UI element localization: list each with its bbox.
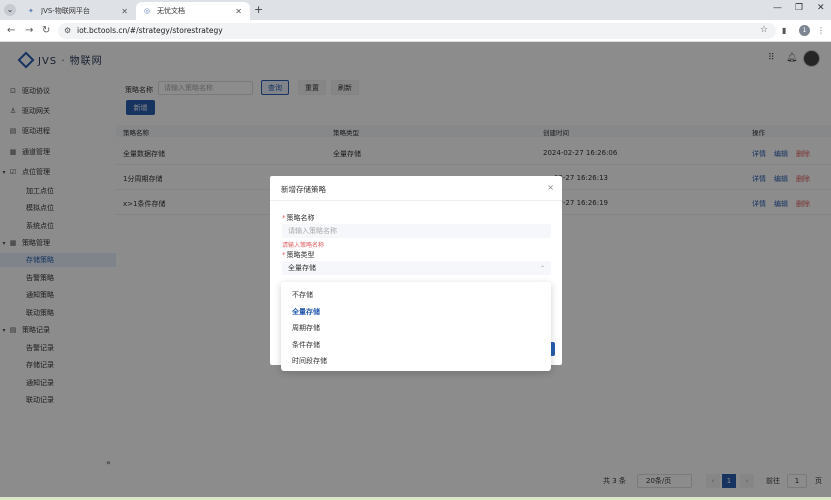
- option-conditional-store[interactable]: 条件存储: [292, 340, 320, 350]
- dialog-title: 新增存储策略: [281, 185, 326, 194]
- name-error-message: 请输入策略名称: [282, 242, 325, 249]
- option-periodic-store[interactable]: 周期存储: [292, 323, 320, 333]
- url-text: iot.bctools.cn/#/strategy/storestrategy: [77, 26, 223, 35]
- required-mark: *: [282, 214, 286, 222]
- strategy-type-label: *策略类型: [282, 250, 315, 260]
- tab-title: 无忧文档: [157, 7, 185, 15]
- site-info-icon[interactable]: ⚙: [64, 26, 71, 35]
- tab-close-icon[interactable]: ✕: [121, 7, 128, 16]
- label-text: 策略名称: [286, 214, 315, 222]
- side-panel-icon[interactable]: ▮: [782, 26, 786, 35]
- tab-close-icon[interactable]: ✕: [235, 7, 242, 16]
- minimize-icon[interactable]: —: [773, 3, 782, 13]
- address-bar[interactable]: ⚙ iot.bctools.cn/#/strategy/storestrateg…: [58, 23, 776, 39]
- chevron-up-icon: ⌃: [539, 265, 545, 272]
- browser-tabbar: ⌄ ✦ JVS-物联网平台 ✕ ◎ 无忧文档 ✕ + — ❐ ✕: [0, 0, 831, 20]
- tab-search-icon[interactable]: ⌄: [4, 4, 16, 16]
- site-favicon-icon: ✦: [28, 7, 34, 15]
- selected-value: 全量存储: [288, 264, 316, 272]
- strategy-name-label: *策略名称: [282, 213, 315, 223]
- new-tab-icon[interactable]: +: [254, 3, 263, 16]
- browser-toolbar: ← → ↻ ⚙ iot.bctools.cn/#/strategy/stores…: [0, 20, 831, 42]
- option-timerange-store[interactable]: 时间段存储: [292, 356, 327, 366]
- close-icon[interactable]: ×: [547, 183, 554, 192]
- globe-favicon-icon: ◎: [144, 7, 151, 15]
- tab-title: JVS-物联网平台: [41, 7, 90, 15]
- profile-avatar[interactable]: 1: [799, 25, 810, 36]
- browser-menu-icon[interactable]: ⋮: [817, 26, 825, 35]
- option-full-store[interactable]: 全量存储: [292, 307, 320, 317]
- forward-icon[interactable]: →: [25, 25, 33, 36]
- dialog-divider: [270, 200, 562, 201]
- bookmark-star-icon[interactable]: ☆: [760, 25, 768, 35]
- back-icon[interactable]: ←: [7, 25, 15, 36]
- strategy-type-dropdown: 不存储 全量存储 周期存储 条件存储 时间段存储: [281, 282, 551, 371]
- browser-tab-docs[interactable]: ◎ 无忧文档 ✕: [136, 2, 250, 20]
- close-window-icon[interactable]: ✕: [817, 3, 825, 13]
- required-mark: *: [282, 251, 286, 259]
- label-text: 策略类型: [286, 251, 315, 259]
- reload-icon[interactable]: ↻: [42, 25, 50, 36]
- browser-tab-jvs[interactable]: ✦ JVS-物联网平台 ✕: [20, 2, 136, 20]
- strategy-type-select[interactable]: 全量存储 ⌃: [282, 261, 551, 275]
- strategy-name-input[interactable]: 请输入策略名称: [282, 224, 551, 238]
- restore-icon[interactable]: ❐: [795, 3, 803, 13]
- option-no-store[interactable]: 不存储: [292, 290, 313, 300]
